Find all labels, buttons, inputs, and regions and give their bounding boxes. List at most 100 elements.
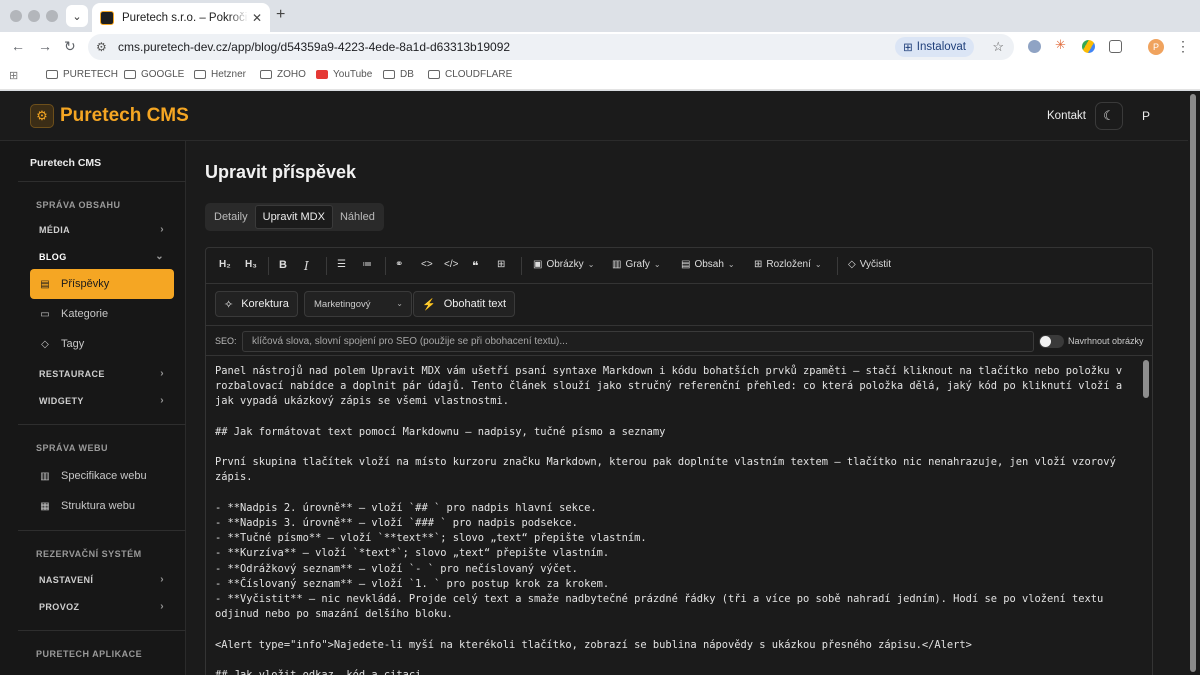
sidebar-item-web-spec[interactable]: ▥ Specifikace webu	[30, 461, 174, 491]
editor-scrollbar-thumb[interactable]	[1143, 360, 1149, 398]
sidebar-group-settings[interactable]: NASTAVENÍ ›	[39, 574, 164, 585]
bookmark-hetzner[interactable]: Hetzner	[194, 69, 246, 80]
content-dropdown[interactable]: ▤ Obsah ⌄	[681, 259, 735, 270]
contact-link[interactable]: Kontakt	[1047, 110, 1086, 122]
chevron-right-icon: ›	[160, 574, 164, 585]
user-avatar[interactable]: P	[1134, 104, 1158, 128]
profile-avatar[interactable]: P	[1148, 39, 1164, 55]
clear-button[interactable]: ◇ Vyčistit	[848, 259, 891, 270]
new-tab-button[interactable]: +	[276, 6, 285, 24]
sidebar-item-posts[interactable]: ▤ Příspěvky	[30, 269, 174, 299]
ai-tools-row: ✧ Korektura Marketingový ⌄ ⚡ Obohatit te…	[206, 284, 1152, 326]
puretech-logo-icon[interactable]: ⚙	[30, 104, 54, 128]
proofread-button[interactable]: ✧ Korektura	[215, 291, 298, 317]
toolbar-divider	[268, 257, 269, 275]
window-zoom-button[interactable]	[46, 10, 58, 22]
browser-menu-icon[interactable]: ⋮	[1176, 38, 1190, 55]
suggest-images-toggle[interactable]	[1039, 335, 1064, 348]
seo-keywords-input[interactable]	[242, 331, 1034, 352]
sidebar-group-blog[interactable]: BLOG ⌄	[39, 251, 164, 262]
formatting-toolbar: H₂ H₃ B I ☰ ≔ ⚭ <> </> ❝ ⊞ ▣ Obrázky ⌄ ▥ Gr…	[206, 248, 1152, 284]
folder-icon	[260, 70, 272, 79]
style-select[interactable]: Marketingový ⌄	[304, 291, 412, 317]
site-settings-icon[interactable]: ⚙	[96, 40, 107, 54]
sparkles-icon: ✧	[224, 298, 234, 311]
url-text[interactable]: cms.puretech-dev.cz/app/blog/d54359a9-42…	[118, 40, 510, 54]
page-title: Upravit příspěvek	[205, 162, 357, 182]
bullet-list-button[interactable]: ☰	[337, 259, 346, 270]
bookmark-db[interactable]: DB	[383, 69, 414, 80]
layout-icon: ▦	[40, 500, 50, 512]
inline-code-button[interactable]: <>	[421, 259, 433, 270]
image-icon: ▣	[533, 259, 543, 270]
window-minimize-button[interactable]	[28, 10, 40, 22]
bold-button[interactable]: B	[279, 259, 287, 271]
enrich-text-button[interactable]: ⚡ Obohatit text	[413, 291, 516, 317]
sidebar-item-label: Tagy	[61, 338, 85, 350]
mdx-editor: H₂ H₃ B I ☰ ≔ ⚭ <> </> ❝ ⊞ ▣ Obrázky ⌄ ▥ Gr…	[205, 247, 1153, 675]
reload-icon[interactable]: ↻	[64, 38, 76, 55]
bookmark-google[interactable]: GOOGLE	[124, 69, 184, 80]
forward-arrow-icon[interactable]: →	[38, 38, 52, 54]
google-drive-icon[interactable]	[1082, 40, 1095, 53]
chevron-right-icon: ›	[160, 224, 164, 235]
apps-grid-icon[interactable]: ⊞	[9, 69, 18, 82]
claude-extension-icon[interactable]: ✳	[1055, 37, 1068, 52]
chevron-down-icon: ⌄	[814, 260, 822, 269]
brand-name[interactable]: Puretech CMS	[60, 105, 189, 127]
extensions-puzzle-icon[interactable]	[1109, 40, 1122, 53]
theme-toggle-button[interactable]: ☾	[1095, 102, 1123, 130]
bookmark-youtube[interactable]: YouTube	[316, 69, 372, 80]
group-label: PROVOZ	[39, 602, 80, 612]
sidebar-group-restaurants[interactable]: RESTAURACE ›	[39, 368, 164, 379]
section-web-management: SPRÁVA WEBU	[36, 443, 109, 453]
extension-icon[interactable]	[1028, 40, 1041, 53]
page-scrollbar-thumb[interactable]	[1190, 94, 1196, 672]
button-label: Korektura	[241, 298, 289, 310]
images-dropdown[interactable]: ▣ Obrázky ⌄	[533, 259, 594, 270]
layout-dropdown[interactable]: ⊞ Rozložení ⌄	[754, 259, 822, 270]
button-label: Obohatit text	[443, 298, 507, 310]
tab-close-icon[interactable]: ✕	[252, 11, 262, 25]
bookmark-star-icon[interactable]: ☆	[992, 39, 1004, 55]
table-button[interactable]: ⊞	[497, 259, 505, 270]
sidebar-title: Puretech CMS	[30, 157, 102, 169]
sidebar-item-categories[interactable]: ▭ Kategorie	[30, 299, 174, 329]
site-favicon-icon	[100, 10, 114, 25]
bookmark-zoho[interactable]: ZOHO	[260, 69, 306, 80]
browser-tab[interactable]: Puretech s.r.o. – Pokročilé w… ✕	[92, 3, 270, 32]
editor-tabs: Detaily Upravit MDX Náhled	[205, 203, 384, 231]
tab-edit-mdx[interactable]: Upravit MDX	[254, 205, 333, 229]
heading2-button[interactable]: H₂	[219, 259, 231, 270]
back-arrow-icon[interactable]: ←	[11, 38, 25, 54]
sidebar-divider	[18, 424, 186, 425]
install-app-button[interactable]: ⊞ Instalovat	[895, 37, 974, 57]
heading3-button[interactable]: H₃	[245, 259, 257, 270]
eraser-icon: ◇	[848, 259, 856, 270]
charts-dropdown[interactable]: ▥ Grafy ⌄	[612, 259, 661, 270]
sidebar-divider	[18, 530, 186, 531]
bookmark-cloudflare[interactable]: CLOUDFLARE	[428, 69, 512, 80]
sidebar-group-widgets[interactable]: WIDGETY ›	[39, 395, 164, 406]
toggle-knob	[1040, 336, 1051, 347]
quote-button[interactable]: ❝	[472, 259, 478, 273]
tab-search-button[interactable]: ⌄	[66, 5, 88, 27]
sidebar-group-operations[interactable]: PROVOZ ›	[39, 601, 164, 612]
chevron-down-icon: ⌄	[396, 299, 403, 308]
mdx-content-textarea[interactable]: Panel nástrojů nad polem Upravit MDX vám…	[206, 356, 1142, 675]
window-close-button[interactable]	[10, 10, 22, 22]
italic-button[interactable]: I	[304, 259, 309, 273]
address-bar[interactable]: ⚙ cms.puretech-dev.cz/app/blog/d54359a9-…	[88, 34, 1014, 60]
bookmark-puretech[interactable]: PURETECH	[46, 69, 118, 80]
link-button[interactable]: ⚭	[395, 259, 403, 270]
dropdown-label: Obrázky	[546, 259, 584, 270]
sidebar-item-web-structure[interactable]: ▦ Struktura webu	[30, 491, 174, 521]
tab-preview[interactable]: Náhled	[333, 205, 382, 229]
sidebar-item-tags[interactable]: ◇ Tagy	[30, 329, 174, 359]
link-icon: ⚭	[395, 259, 404, 270]
code-block-button[interactable]: </>	[444, 259, 458, 270]
tab-details[interactable]: Detaily	[207, 205, 255, 229]
toolbar-divider	[837, 257, 838, 275]
sidebar-group-media[interactable]: MÉDIA ›	[39, 224, 164, 235]
numbered-list-button[interactable]: ≔	[362, 259, 372, 270]
